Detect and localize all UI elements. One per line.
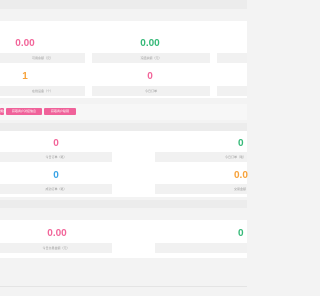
- transaction-amount-value: 0.0: [234, 170, 248, 181]
- today-orders-count-label-2: 今日订单（笔）: [155, 152, 247, 162]
- today-transaction-amount-value: 0.00: [47, 228, 67, 239]
- commission-settings-button[interactable]: 佣金设置: [0, 108, 4, 115]
- transaction-amount-label: 交易金额: [155, 184, 247, 194]
- today-orders-value: 0: [147, 71, 153, 82]
- today-orders-count-value: 0: [53, 138, 59, 149]
- bottom-divider: [0, 286, 247, 287]
- frozen-balance-value: 0.00: [140, 38, 160, 49]
- successful-orders-value: 0: [53, 170, 59, 181]
- today-orders-count-value-2: 0: [238, 138, 244, 149]
- merchant-integration-info-button[interactable]: 获取商户对接信息: [6, 108, 42, 115]
- stat-label-cutoff-2: [217, 86, 247, 96]
- online-devices-value: 1: [22, 71, 28, 82]
- orders-header-strip: [0, 123, 247, 131]
- today-transaction-value-2: 0: [238, 228, 244, 239]
- frozen-balance-label: 冻结余额（元）: [92, 53, 210, 63]
- available-balance-value: 0.00: [15, 38, 35, 49]
- top-header-strip: [0, 0, 247, 9]
- today-orders-count-label: 今日订单（笔）: [0, 152, 112, 162]
- merchant-secret-key-button[interactable]: 获取商户秘钥: [44, 108, 76, 115]
- stat-label-cutoff-1: [217, 53, 247, 63]
- amount-header-strip: [0, 200, 247, 208]
- today-transaction-label-2: [155, 243, 247, 253]
- available-balance-label: 可用余额（元）: [0, 53, 85, 63]
- today-transaction-amount-label: 今日交易金额（元）: [0, 243, 112, 253]
- successful-orders-label: 成功订单（笔）: [0, 184, 112, 194]
- today-orders-label: 今日订单: [92, 86, 210, 96]
- online-devices-label: 在线设备（个）: [0, 86, 85, 96]
